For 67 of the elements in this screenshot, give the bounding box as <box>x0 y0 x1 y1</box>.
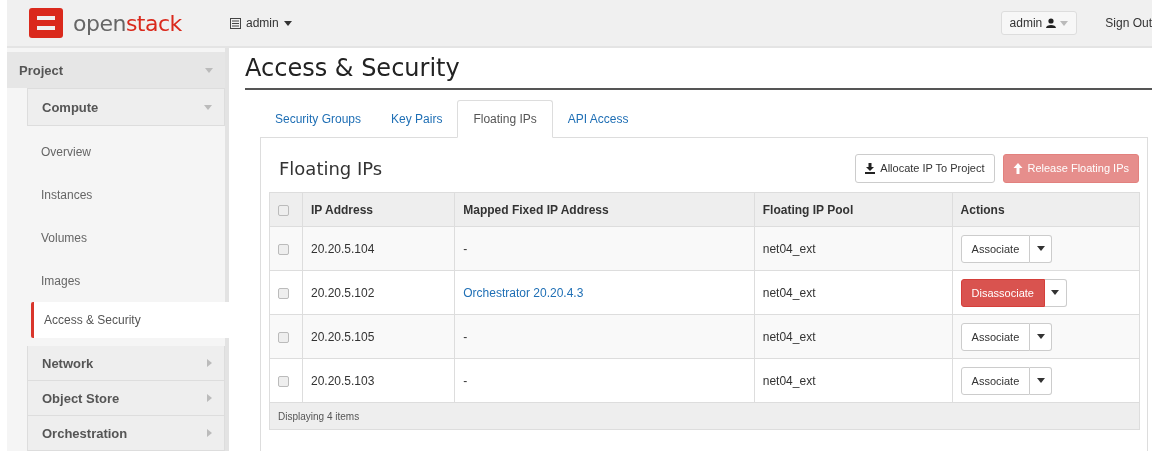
dropdown-toggle[interactable] <box>1030 234 1053 263</box>
sidebar-group[interactable]: Compute <box>27 88 225 126</box>
user-icon <box>1046 18 1057 28</box>
disassociate-button[interactable]: Disassociate <box>960 278 1045 307</box>
sidebar-panel-header[interactable]: Project <box>7 52 225 88</box>
row-checkbox[interactable] <box>278 375 289 387</box>
sidebar-item[interactable]: Overview <box>29 130 225 173</box>
caret-icon <box>1036 334 1045 339</box>
table-cell: - <box>463 373 468 388</box>
dropdown-toggle[interactable] <box>1030 322 1053 351</box>
row-checkbox[interactable] <box>278 243 289 255</box>
sidebar-group[interactable]: Network <box>27 346 225 381</box>
table-cell: net04_ext <box>762 241 816 256</box>
logo-icon <box>29 8 63 38</box>
caret-icon <box>207 394 212 402</box>
allocate-button[interactable]: Allocate IP To Project <box>855 153 995 183</box>
logo-text: openstack <box>73 10 182 36</box>
table-cell: 20.20.5.104 <box>310 241 375 256</box>
select-all-checkbox[interactable] <box>278 204 289 216</box>
sidebar-item[interactable]: Instances <box>29 173 225 216</box>
dropdown-toggle[interactable] <box>1030 366 1053 395</box>
row-checkbox[interactable] <box>278 287 289 299</box>
associate-button[interactable]: Associate <box>960 234 1031 263</box>
instance-link[interactable]: Orchestrator 20.20.4.3 <box>463 285 584 300</box>
table-cell: net04_ext <box>762 373 816 388</box>
caret-icon <box>205 67 213 73</box>
table-cell: 20.20.5.103 <box>310 373 375 388</box>
table-cell: 20.20.5.102 <box>310 285 375 300</box>
tab[interactable]: API Access <box>552 100 644 137</box>
tab[interactable]: Floating IPs <box>457 100 553 138</box>
project-menu[interactable]: admin <box>230 16 292 30</box>
caret-icon <box>207 359 212 367</box>
sidebar-group[interactable]: Object Store <box>27 381 225 416</box>
user-menu[interactable]: admin <box>1000 11 1078 35</box>
table-cell: - <box>463 241 468 256</box>
sidebar-item[interactable]: Access & Security <box>31 302 229 338</box>
caret-icon <box>1036 378 1045 383</box>
caret-icon <box>1036 246 1045 251</box>
list-icon <box>230 17 241 29</box>
column-header: IP Address <box>310 202 373 217</box>
column-header: Floating IP Pool <box>762 202 854 217</box>
table-cell: - <box>463 329 468 344</box>
associate-button[interactable]: Associate <box>960 322 1031 351</box>
caret-icon <box>1051 290 1060 295</box>
sidebar-item[interactable]: Volumes <box>29 216 225 259</box>
row-checkbox[interactable] <box>278 331 289 343</box>
dropdown-toggle[interactable] <box>1044 278 1067 307</box>
caret-icon <box>283 20 292 26</box>
tab[interactable]: Security Groups <box>260 100 377 137</box>
arrow-up-icon <box>1012 162 1023 174</box>
sidebar-group[interactable]: Orchestration <box>27 416 225 451</box>
table-footer: Displaying 4 items <box>269 402 1140 430</box>
download-icon <box>865 162 876 174</box>
sidebar-item[interactable]: Images <box>29 259 225 302</box>
table-title: Floating IPs <box>278 157 384 179</box>
sign-out-link[interactable]: Sign Out <box>1105 16 1152 30</box>
caret-icon <box>207 429 212 437</box>
table-cell: net04_ext <box>762 329 816 344</box>
column-header: Mapped Fixed IP Address <box>463 202 609 217</box>
tab[interactable]: Key Pairs <box>376 100 458 137</box>
column-header: Actions <box>960 202 1005 217</box>
table-cell: net04_ext <box>762 285 816 300</box>
page-title: Access & Security <box>245 54 1152 90</box>
associate-button[interactable]: Associate <box>960 366 1031 395</box>
caret-icon <box>204 104 212 110</box>
table-cell: 20.20.5.105 <box>310 329 375 344</box>
caret-icon <box>1060 20 1069 26</box>
